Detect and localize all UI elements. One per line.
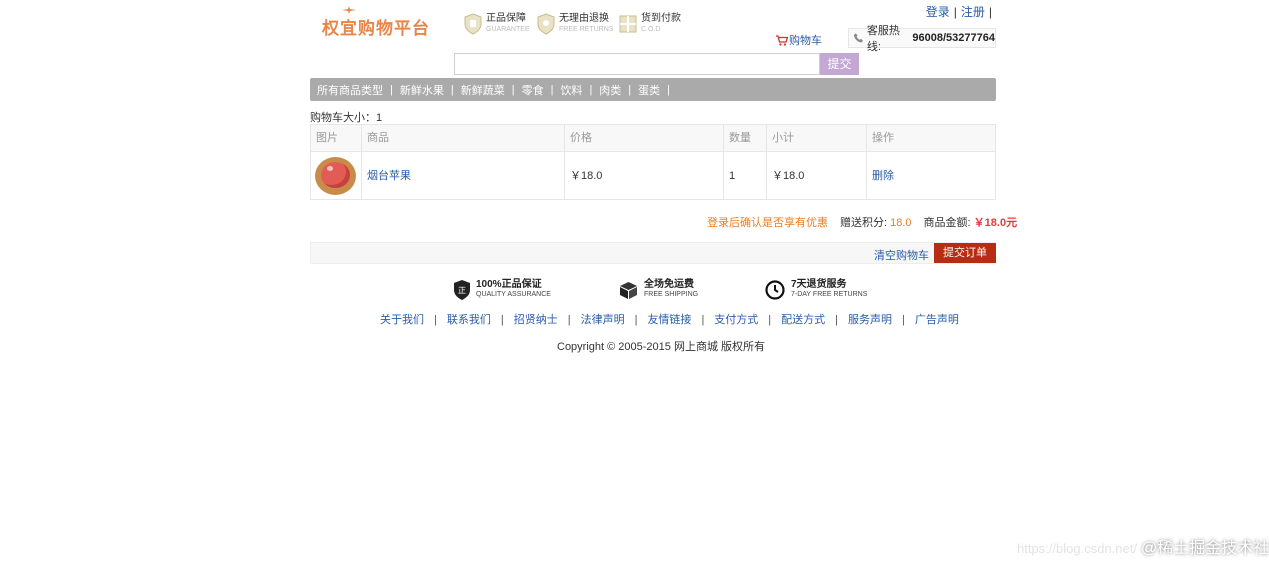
promise-subtitle: FREE SHIPPING — [644, 291, 699, 298]
login-link[interactable]: 登录 — [926, 5, 950, 19]
clear-cart-link[interactable]: 清空购物车 — [874, 247, 929, 263]
hotline-number: 96008/53277764 — [912, 32, 995, 44]
hotline-box: 客服热线: 96008/53277764 — [848, 25, 996, 53]
table-row: 烟台苹果 ￥18.0 1 ￥18.0 删除 — [311, 152, 995, 200]
hotline-label: 客服热线: — [866, 25, 900, 53]
badge-subtitle: C.O.D — [641, 26, 661, 33]
badge-subtitle: FREE RETURNS — [559, 26, 614, 33]
nav-item-vegetables[interactable]: 新鲜蔬菜 — [454, 82, 512, 98]
promise-shipping: 全场免运费 FREE SHIPPING — [619, 280, 698, 300]
footer-link-friends[interactable]: 友情链接 — [647, 314, 691, 326]
shield-icon: 正 — [454, 280, 470, 300]
nav-item-meat[interactable]: 肉类 — [592, 82, 628, 98]
nav-item-eggs[interactable]: 蛋类 — [631, 82, 667, 98]
footer-link-legal[interactable]: 法律声明 — [581, 314, 625, 326]
column-header-image: 图片 — [311, 125, 362, 151]
shield-icon — [537, 13, 555, 35]
svg-text:正: 正 — [458, 286, 466, 295]
cell-price: ￥18.0 — [565, 152, 724, 200]
promise-quality: 正 100%正品保证 QUALITY ASSURANCE — [454, 280, 551, 300]
footer-link-contact[interactable]: 联系我们 — [447, 314, 491, 326]
footer-link-about[interactable]: 关于我们 — [380, 314, 424, 326]
cart-table: 图片 商品 价格 数量 小计 操作 烟台苹果 ￥18.0 1 ￥18.0 删除 — [310, 124, 996, 200]
cart-icon — [776, 34, 788, 46]
shield-icon — [464, 13, 482, 35]
amount-value: ￥18.0元 — [973, 217, 1018, 229]
site-logo[interactable]: 权宜购物平台 — [322, 14, 430, 39]
badge-title: 正品保障 — [486, 13, 526, 24]
submit-order-button[interactable]: 提交订单 — [934, 243, 996, 263]
column-header-price: 价格 — [565, 125, 724, 151]
promise-title: 全场免运费 — [644, 279, 694, 290]
footer-separator: | — [500, 314, 504, 326]
cart-link[interactable]: 购物车 — [776, 32, 822, 48]
search-submit-button[interactable]: 提交 — [820, 53, 859, 75]
footer-separator: | — [634, 314, 638, 326]
badge-returns: 无理由退换 FREE RETURNS — [537, 12, 613, 36]
link-separator: | — [953, 5, 957, 19]
column-header-product: 商品 — [362, 125, 565, 151]
footer-links: 关于我们 | 联系我们 | 招贤纳士 | 法律声明 | 友情链接 | 支付方式 | 配送方式 | 服务声明 |… — [380, 311, 959, 327]
footer-separator: | — [835, 314, 839, 326]
amount-group: 商品金额: ￥18.0元 — [924, 214, 1018, 230]
badge-title: 无理由退换 — [559, 13, 609, 24]
watermark-url: https://blog.csdn.net/ — [1017, 541, 1137, 556]
copyright-text: Copyright © 2005-2015 网上商城 版权所有 — [557, 341, 766, 353]
badge-cod: 货到付款 C.O.D — [619, 12, 681, 36]
order-summary: 登录后确认是否享有优惠 赠送积分: 18.0 商品金额: ￥18.0元 — [707, 214, 1017, 230]
nav-item-all[interactable]: 所有商品类型 — [310, 82, 390, 98]
clock-icon — [765, 280, 785, 300]
points-group: 赠送积分: 18.0 — [840, 214, 912, 230]
promise-title: 100%正品保证 — [476, 279, 542, 290]
delete-link[interactable]: 删除 — [867, 152, 997, 200]
phone-icon — [853, 33, 863, 43]
logo-sparkle-icon — [342, 6, 356, 14]
badge-title: 货到付款 — [641, 13, 681, 24]
promise-subtitle: QUALITY ASSURANCE — [476, 291, 551, 298]
footer-separator: | — [701, 314, 705, 326]
points-label: 赠送积分: — [840, 217, 888, 229]
register-link[interactable]: 注册 — [961, 5, 985, 19]
promise-returns: 7天退货服务 7-DAY FREE RETURNS — [765, 280, 867, 300]
table-header: 图片 商品 价格 数量 小计 操作 — [311, 125, 995, 152]
nav-item-snacks[interactable]: 零食 — [515, 82, 551, 98]
promise-title: 7天退货服务 — [791, 279, 847, 290]
search-input[interactable] — [454, 53, 820, 75]
footer-separator: | — [768, 314, 772, 326]
footer-separator: | — [902, 314, 905, 326]
cell-quantity: 1 — [724, 152, 767, 200]
column-header-subtotal: 小计 — [767, 125, 867, 151]
cell-image — [311, 152, 362, 200]
watermark: https://blog.csdn.net/@稀土掘金技术社区 — [1017, 534, 1269, 558]
watermark-text: @稀土掘金技术社区 — [1140, 540, 1269, 557]
promise-subtitle: 7-DAY FREE RETURNS — [791, 291, 868, 298]
login-discount-link[interactable]: 登录后确认是否享有优惠 — [707, 214, 828, 230]
product-image[interactable] — [315, 157, 356, 195]
footer-link-ads[interactable]: 广告声明 — [915, 314, 959, 326]
badge-genuine: 正品保障 GUARANTEE — [464, 12, 530, 36]
cash-icon — [619, 15, 637, 33]
footer-link-service[interactable]: 服务声明 — [848, 314, 892, 326]
category-nav: 所有商品类型 | 新鲜水果 | 新鲜蔬菜 | 零食 | 饮料 | 肉类 | 蛋类 | — [310, 78, 996, 101]
user-links: 登录 | 注册 | — [926, 3, 996, 20]
nav-separator: | — [667, 83, 671, 96]
footer-separator: | — [434, 314, 437, 326]
cell-subtotal: ￥18.0 — [767, 152, 867, 200]
product-name-link[interactable]: 烟台苹果 — [362, 152, 565, 200]
footer-link-payment[interactable]: 支付方式 — [714, 314, 758, 326]
box-icon — [620, 281, 637, 299]
column-header-quantity: 数量 — [724, 125, 767, 151]
link-separator: | — [988, 5, 992, 19]
nav-item-fruit[interactable]: 新鲜水果 — [393, 82, 451, 98]
footer-link-jobs[interactable]: 招贤纳士 — [514, 314, 558, 326]
amount-label: 商品金额: — [923, 217, 971, 229]
nav-item-drinks[interactable]: 饮料 — [553, 82, 589, 98]
cart-link-label: 购物车 — [789, 35, 822, 47]
footer-separator: | — [567, 314, 571, 326]
footer-link-delivery[interactable]: 配送方式 — [781, 314, 825, 326]
cart-size-label: 购物车大小：1 — [310, 112, 383, 124]
column-header-action: 操作 — [872, 132, 894, 144]
badge-subtitle: GUARANTEE — [486, 26, 530, 33]
points-value: 18.0 — [890, 217, 912, 229]
